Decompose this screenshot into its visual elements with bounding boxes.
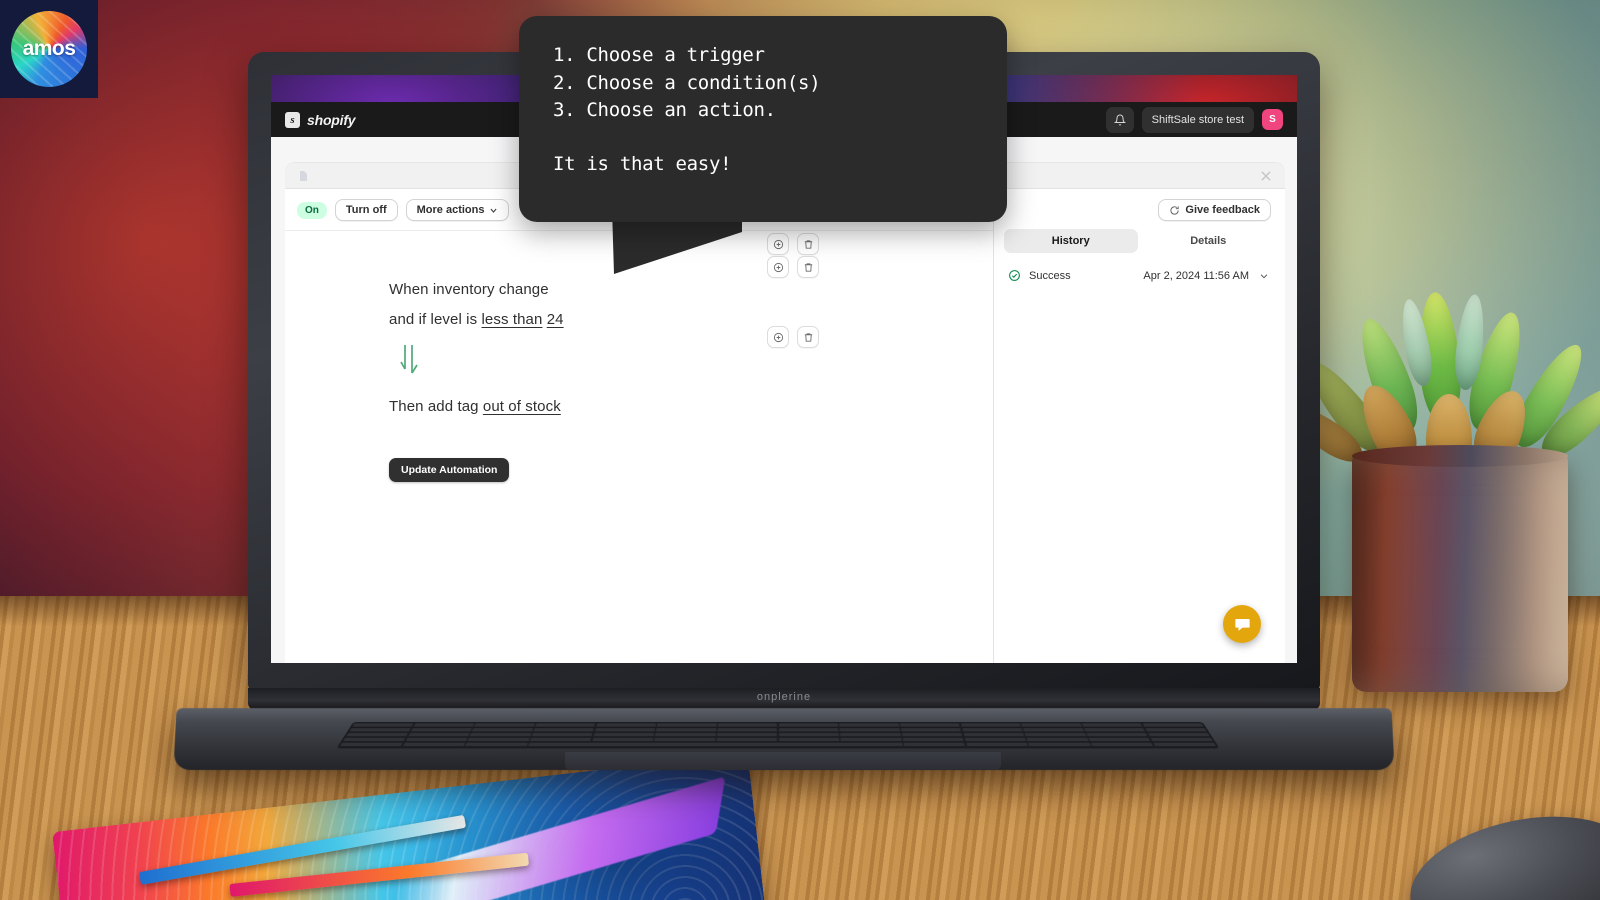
panel-tabs: History Details	[994, 229, 1285, 259]
delete-action-button[interactable]	[797, 326, 819, 348]
plus-circle-icon	[773, 262, 783, 272]
update-automation-button[interactable]: Update Automation	[389, 458, 510, 482]
action-row-actions	[767, 326, 819, 348]
shopify-wordmark: shopify	[307, 111, 356, 128]
topbar-right-group: ShiftSale store test S	[1105, 106, 1283, 133]
tab-history[interactable]: History	[1004, 229, 1138, 253]
laptop-keyboard	[336, 722, 1220, 749]
history-timestamp: Apr 2, 2024 11:56 AM	[1143, 269, 1249, 282]
condition-operator-token[interactable]: less than	[482, 311, 543, 328]
key-row	[342, 737, 1214, 742]
status-badge: On	[297, 201, 327, 219]
amos-logo-circle: amos	[11, 11, 87, 87]
store-switcher[interactable]: ShiftSale store test	[1141, 106, 1254, 133]
key-row	[339, 743, 1217, 748]
amos-logo-badge: amos	[0, 0, 98, 98]
store-name: ShiftSale store test	[1151, 113, 1244, 126]
amos-logo-text: amos	[22, 37, 76, 60]
callout-line-2: 2. Choose a condition(s)	[553, 71, 821, 94]
shopify-logo[interactable]: shopify	[285, 111, 356, 128]
trash-icon	[804, 332, 812, 342]
action-prefix: Then add tag	[389, 398, 479, 415]
instruction-callout: 1. Choose a trigger 2. Choose a conditio…	[519, 16, 1007, 222]
history-meta: Apr 2, 2024 11:56 AM	[1143, 270, 1269, 282]
trigger-line: When inventory change	[389, 275, 993, 305]
callout-closing: It is that easy!	[553, 152, 732, 175]
key-row	[345, 733, 1211, 737]
history-status-label: Success	[1029, 269, 1071, 282]
condition-prefix: and if level is	[389, 311, 478, 328]
give-feedback-button[interactable]: Give feedback	[1158, 199, 1271, 221]
more-actions-label: More actions	[416, 204, 485, 216]
page-icon[interactable]	[297, 170, 309, 182]
key-row	[351, 723, 1204, 728]
history-status: Success	[1008, 269, 1071, 282]
condition-value-token[interactable]: 24	[547, 311, 564, 328]
add-step-button[interactable]	[767, 233, 789, 255]
give-feedback-label: Give feedback	[1185, 204, 1260, 216]
chat-bubble-icon	[1234, 618, 1250, 631]
key-row	[348, 728, 1208, 733]
delete-condition-button[interactable]	[797, 256, 819, 278]
chevron-down-icon	[490, 208, 498, 213]
trigger-text: When inventory change	[389, 281, 549, 298]
check-circle-icon	[1009, 270, 1020, 281]
condition-line: and if level is less than 24	[389, 305, 993, 335]
more-actions-button[interactable]: More actions	[405, 199, 510, 221]
chevron-down-icon[interactable]	[1259, 271, 1269, 281]
action-line: Then add tag out of stock	[389, 392, 993, 422]
laptop-brand: onplerine	[756, 691, 812, 703]
condition-row-actions	[767, 256, 819, 278]
speech-bubble-icon	[1170, 205, 1180, 215]
close-icon[interactable]	[1259, 169, 1273, 183]
notifications-button[interactable]	[1105, 106, 1134, 133]
avatar[interactable]: S	[1262, 109, 1283, 130]
history-row[interactable]: Success Apr 2, 2024 11:56 AM	[994, 259, 1285, 292]
trash-icon	[804, 262, 812, 272]
callout-line-3: 3. Choose an action.	[553, 99, 776, 121]
add-action-button[interactable]	[767, 326, 789, 348]
chat-support-button[interactable]	[1223, 605, 1261, 643]
laptop-hinge: onplerine	[248, 688, 1320, 710]
trash-icon	[804, 239, 812, 249]
automation-flow: When inventory change and if level is le…	[285, 231, 993, 663]
laptop-trackpad	[565, 752, 1001, 770]
callout-line-1: 1. Choose a trigger	[553, 44, 765, 66]
sheet-body: On Turn off More actions Description: Th…	[285, 189, 1285, 663]
automation-sheet: On Turn off More actions Description: Th…	[285, 163, 1285, 663]
add-condition-button[interactable]	[767, 256, 789, 278]
succulent-plant	[1276, 286, 1600, 475]
callout-spacer	[553, 125, 973, 151]
plus-circle-icon	[773, 239, 783, 249]
history-panel: Give feedback History Details Success Ap…	[993, 189, 1285, 663]
double-down-arrow-icon	[400, 345, 418, 374]
turn-off-button[interactable]: Turn off	[334, 199, 398, 221]
delete-step-button[interactable]	[797, 233, 819, 255]
bell-icon	[1113, 114, 1126, 125]
feedback-row: Give feedback	[994, 189, 1285, 229]
tab-details[interactable]: Details	[1142, 229, 1276, 253]
trigger-row-actions	[767, 233, 819, 255]
shopify-bag-icon	[285, 111, 300, 128]
action-value-token[interactable]: out of stock	[483, 398, 561, 415]
plus-circle-icon	[773, 332, 783, 342]
